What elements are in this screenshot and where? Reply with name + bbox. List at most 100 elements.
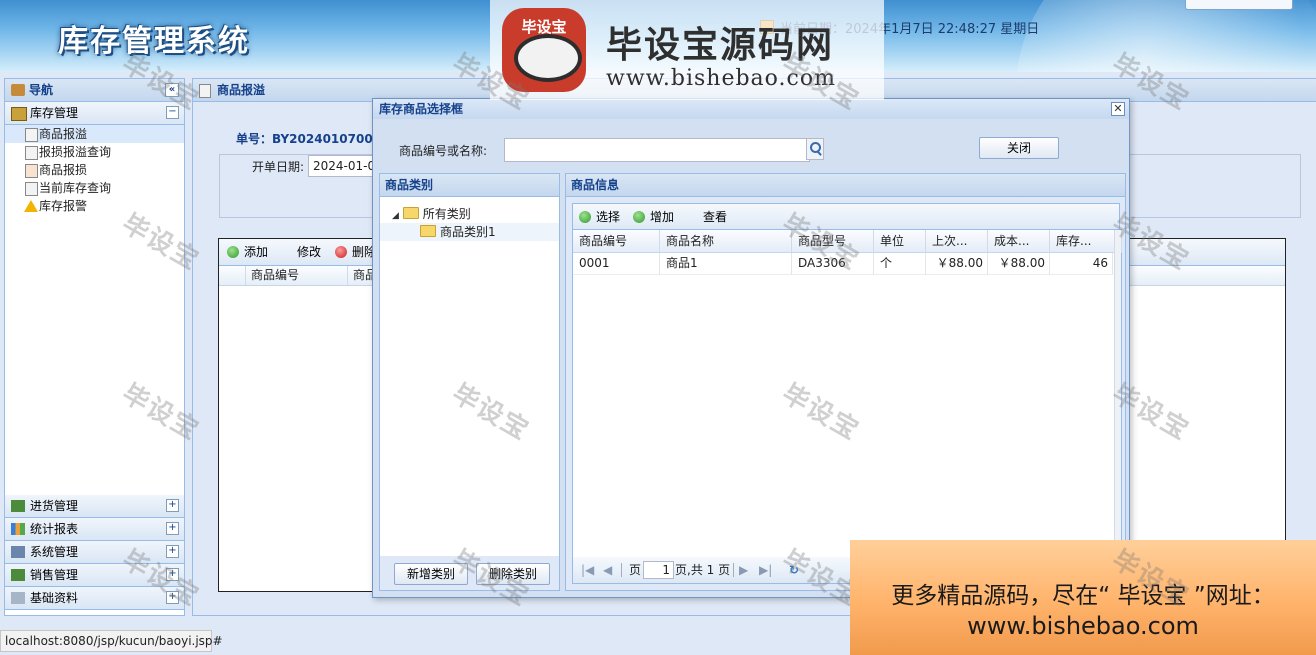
product-info-panel: 商品信息 选择 增加 查看 商品编号 商品名称 商品型号 单位 上次... 成本… [565, 173, 1126, 591]
watermark-badge: 毕设宝 [502, 8, 586, 92]
sales-icon [11, 569, 25, 581]
folder-icon [11, 107, 27, 121]
view-button[interactable]: 查看 [687, 204, 727, 230]
close-dialog-button[interactable]: 关闭 [979, 137, 1059, 159]
nav-item-label: 库存报警 [39, 199, 88, 213]
next-page-icon[interactable]: ▶ [739, 557, 748, 583]
nav-item-label: 报损报溢查询 [39, 145, 112, 159]
signpost-icon [11, 84, 25, 96]
plus-icon[interactable]: + [166, 499, 179, 512]
nav-section-purchase[interactable]: 进货管理 + [5, 495, 184, 518]
nav-section-system[interactable]: 系统管理 + [5, 541, 184, 564]
nav-item-label: 商品报溢 [39, 127, 88, 141]
last-page-icon[interactable]: ▶| [759, 557, 772, 583]
edit-button[interactable]: 修改 [281, 239, 321, 265]
data-icon [11, 592, 25, 604]
column-product-name[interactable]: 商品名称 [660, 230, 792, 253]
nav-item-loss[interactable]: 商品报损 [5, 161, 184, 179]
add-icon [227, 246, 239, 258]
delete-button[interactable]: 删除 [335, 239, 376, 265]
nav-section-label: 进货管理 [30, 499, 79, 513]
column-last-price[interactable]: 上次... [926, 230, 988, 253]
plus-icon[interactable]: + [166, 522, 179, 535]
cell-last-price[interactable]: ￥88.00 [926, 253, 988, 275]
prev-page-icon[interactable]: ◀ [603, 557, 612, 583]
tree-node-category1[interactable]: 商品类别1 [380, 223, 559, 241]
tree-node-all[interactable]: ◢ 所有类别 [392, 205, 471, 223]
cell-product-name[interactable]: 商品1 [660, 253, 792, 275]
watermark-logo: 毕设宝 毕设宝源码网 www.bishebao.com [490, 0, 884, 100]
column-product-model[interactable]: 商品型号 [792, 230, 874, 253]
main-panel-title: 商品报溢 [217, 83, 266, 97]
minus-icon[interactable]: − [166, 106, 179, 119]
plus-icon[interactable]: + [166, 568, 179, 581]
nav-item-label: 当前库存查询 [39, 181, 112, 195]
nav-collapse-button[interactable]: « [165, 83, 179, 97]
cell-product-model[interactable]: DA3306 [792, 253, 874, 275]
cell-unit[interactable]: 个 [874, 253, 926, 275]
add-product-button[interactable]: 增加 [633, 204, 674, 230]
nav-panel: 导航 « 库存管理 − 商品报溢 报损报溢查询 商品报损 当前库存查询 库存报警… [4, 78, 185, 616]
category-panel-header: 商品类别 [380, 174, 559, 197]
document-icon [25, 128, 38, 142]
select-label: 选择 [596, 210, 621, 224]
nav-section-label: 基础资料 [30, 591, 79, 605]
nav-item-loss-overflow-query[interactable]: 报损报溢查询 [5, 143, 184, 161]
dialog-title: 库存商品选择框 [379, 102, 464, 116]
category-panel: 商品类别 ◢ 所有类别 商品类别1 新增类别 删除类别 [379, 173, 560, 591]
nav-section-reports[interactable]: 统计报表 + [5, 518, 184, 541]
plus-icon[interactable]: + [166, 591, 179, 604]
select-button[interactable]: 选择 [579, 204, 620, 230]
header-top-button[interactable] [1185, 0, 1293, 10]
nav-item-label: 商品报损 [39, 163, 88, 177]
add-category-button[interactable]: 新增类别 [394, 563, 468, 585]
expand-arrow-icon[interactable]: ◢ [392, 211, 399, 221]
dialog-title-bar[interactable]: 库存商品选择框 ✕ [373, 99, 1129, 119]
promo-line-1: 更多精品源码，尽在“ 毕设宝 ”网址： [891, 583, 1275, 609]
search-icon[interactable] [806, 138, 824, 160]
edit-label: 修改 [297, 245, 322, 259]
cell-product-code[interactable]: 0001 [573, 253, 660, 275]
cell-cost-price[interactable]: ￥88.00 [988, 253, 1050, 275]
close-icon[interactable]: ✕ [1111, 102, 1125, 116]
first-page-icon[interactable]: |◀ [581, 557, 594, 583]
add-label: 添加 [244, 245, 269, 259]
tree-node-label: 所有类别 [422, 207, 471, 221]
delete-category-button[interactable]: 删除类别 [476, 563, 550, 585]
document-icon [25, 182, 38, 196]
plus-icon[interactable]: + [166, 545, 179, 558]
column-product-code[interactable]: 商品编号 [251, 266, 299, 285]
table-scrollbar[interactable] [1114, 230, 1121, 558]
column-unit[interactable]: 单位 [874, 230, 926, 253]
nav-section-sales[interactable]: 销售管理 + [5, 564, 184, 587]
browser-status-bar: localhost:8080/jsp/kucun/baoyi.jsp# [0, 630, 223, 652]
nav-item-stock-query[interactable]: 当前库存查询 [5, 179, 184, 197]
watermark-logo-url: www.bishebao.com [606, 66, 836, 91]
nav-item-overflow[interactable]: 商品报溢 [5, 125, 184, 143]
column-cost-price[interactable]: 成本... [988, 230, 1050, 253]
column-stock[interactable]: 库存... [1050, 230, 1122, 253]
order-number: 单号：BY202401070001 [232, 130, 394, 147]
order-date-label: 开单日期: [252, 160, 305, 174]
column-product-code[interactable]: 商品编号 [573, 230, 660, 253]
nav-section-basic-data[interactable]: 基础资料 + [5, 587, 184, 610]
cell-stock[interactable]: 46 [1050, 253, 1113, 275]
product-toolbar: 选择 增加 查看 [572, 203, 1120, 230]
page-total: 页,共 1 页 [675, 563, 731, 577]
nav-header: 导航 « [5, 79, 184, 102]
document-icon [199, 84, 211, 98]
refresh-icon[interactable]: ↻ [789, 557, 799, 583]
bar-chart-icon [11, 523, 25, 535]
folder-open-icon [402, 207, 419, 219]
add-button[interactable]: 添加 [227, 239, 268, 265]
nav-section-inventory[interactable]: 库存管理 − [5, 102, 184, 125]
delete-icon [335, 246, 347, 258]
watermark-logo-text: 毕设宝源码网 [606, 25, 835, 66]
watermark-badge-text: 毕设宝 [521, 18, 567, 36]
product-select-dialog: 库存商品选择框 ✕ 商品类别 ◢ 所有类别 商品类别1 新增类别 删除类别 商品… [372, 98, 1130, 598]
search-input[interactable] [504, 138, 810, 162]
nav-item-stock-alarm[interactable]: 库存报警 [5, 197, 184, 215]
page-number-input[interactable]: 1 [643, 561, 674, 579]
nav-section-label: 统计报表 [30, 522, 79, 536]
page-label: 页 [629, 563, 642, 577]
